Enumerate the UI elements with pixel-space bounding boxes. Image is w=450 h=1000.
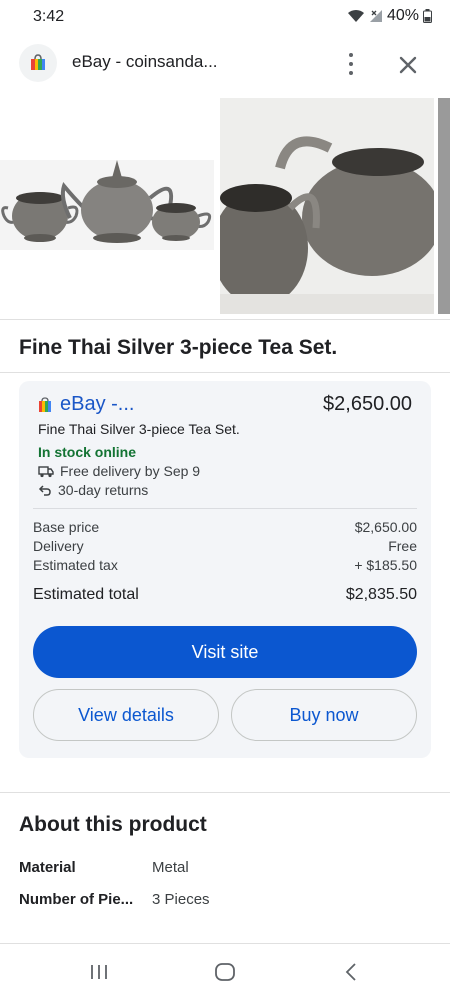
page: 3:42 40% eBay - coinsanda... Fine Thai S… [0, 0, 450, 1000]
browser-header: eBay - coinsanda... [0, 40, 450, 88]
tax-row: Estimated tax + $185.50 [33, 557, 417, 573]
tax-label: Estimated tax [33, 557, 118, 573]
base-price-label: Base price [33, 519, 100, 535]
status-time: 3:42 [33, 8, 65, 25]
total-label: Estimated total [33, 586, 139, 603]
returns-info: 30-day returns [38, 482, 148, 498]
product-image-2[interactable] [220, 98, 434, 314]
total-value: $2,835.50 [345, 586, 417, 603]
more-options-button[interactable] [338, 50, 364, 78]
delivery-price-row: Delivery Free [33, 538, 417, 554]
returns-text: 30-day returns [58, 482, 149, 498]
stock-status: In stock online [38, 444, 137, 460]
recent-apps-icon[interactable] [89, 962, 109, 982]
offer-price: $2,650.00 [323, 393, 412, 415]
spec-value: Metal [152, 859, 189, 876]
view-details-button[interactable]: View details [33, 689, 219, 741]
delivery-price-value: Free [388, 538, 417, 554]
signal-icon [369, 10, 382, 22]
divider [0, 319, 450, 320]
wifi-icon [347, 9, 364, 22]
shopping-bag-icon [39, 396, 51, 412]
card-divider [33, 508, 417, 509]
product-image-gallery[interactable] [0, 98, 450, 314]
base-price-value: $2,650.00 [354, 519, 417, 535]
home-icon[interactable] [214, 962, 236, 982]
battery-icon [423, 9, 432, 23]
back-icon[interactable] [343, 962, 359, 982]
offer-description: Fine Thai Silver 3-piece Tea Set. [38, 421, 240, 437]
product-image-3[interactable] [438, 98, 450, 314]
site-favicon [19, 44, 57, 82]
truck-icon [38, 465, 54, 477]
seller-link[interactable]: eBay -... [38, 393, 134, 416]
delivery-price-label: Delivery [33, 538, 84, 554]
spec-key: Material [19, 859, 76, 876]
divider [0, 792, 450, 793]
base-price-row: Base price $2,650.00 [33, 519, 417, 535]
visit-site-button[interactable]: Visit site [33, 626, 417, 678]
tax-value: + $185.50 [354, 557, 417, 573]
buy-now-button[interactable]: Buy now [231, 689, 417, 741]
total-row: Estimated total $2,835.50 [33, 586, 417, 604]
seller-name[interactable]: eBay -... [60, 393, 134, 416]
delivery-info: Free delivery by Sep 9 [38, 463, 200, 479]
offer-card: eBay -... $2,650.00 Fine Thai Silver 3-p… [19, 381, 431, 758]
close-icon[interactable] [394, 51, 422, 79]
divider [0, 372, 450, 373]
shopping-bag-icon [31, 54, 45, 70]
more-vert-icon [349, 53, 353, 57]
about-title: About this product [19, 813, 207, 836]
system-nav-bar [0, 944, 450, 1000]
product-title: Fine Thai Silver 3-piece Tea Set. [19, 336, 338, 359]
site-title: eBay - coinsanda... [72, 52, 218, 71]
delivery-text: Free delivery by Sep 9 [60, 463, 201, 479]
return-arrow-icon [38, 484, 51, 496]
battery-percent: 40% [386, 7, 419, 24]
product-image-1[interactable] [0, 98, 214, 314]
spec-value: 3 Pieces [152, 891, 210, 908]
status-icons: 40% [347, 7, 432, 25]
spec-key: Number of Pie... [19, 891, 134, 908]
status-bar: 3:42 40% [0, 0, 450, 34]
